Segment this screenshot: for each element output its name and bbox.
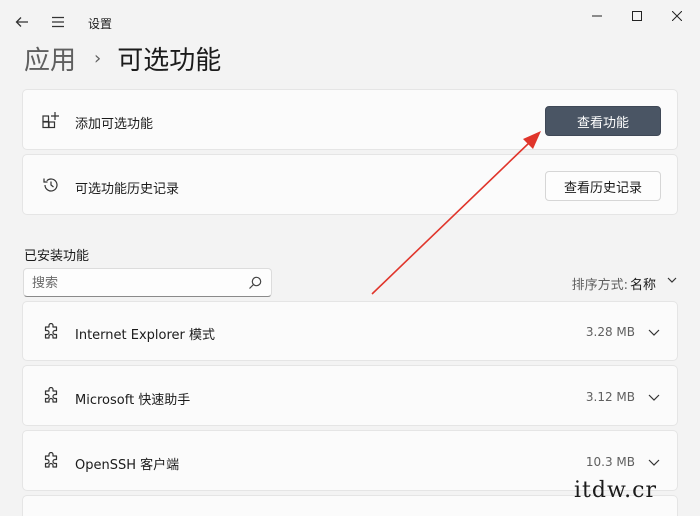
chevron-down-icon[interactable] bbox=[647, 325, 661, 339]
sort-dropdown[interactable]: 排序方式: 名称 bbox=[572, 274, 656, 293]
sort-label: 排序方式: bbox=[571, 278, 628, 293]
back-arrow-icon[interactable] bbox=[6, 6, 38, 38]
watermark-text: itdw.cr bbox=[574, 478, 658, 503]
add-feature-label: 添加可选功能 bbox=[75, 117, 154, 132]
search-input[interactable] bbox=[32, 273, 242, 293]
feature-size: 3.12 MB bbox=[585, 390, 635, 404]
puzzle-piece-icon bbox=[41, 451, 61, 471]
add-feature-grid-icon bbox=[41, 110, 61, 130]
view-features-button[interactable]: 查看功能 bbox=[545, 106, 661, 136]
breadcrumb-chevron-icon: › bbox=[94, 47, 102, 69]
app-title: 设置 bbox=[88, 17, 113, 31]
puzzle-piece-icon bbox=[41, 322, 61, 342]
close-icon[interactable] bbox=[654, 0, 700, 32]
feature-name: Internet Explorer 模式 bbox=[75, 328, 216, 343]
feature-size: 10.3 MB bbox=[585, 455, 635, 469]
feature-name: OpenSSH 客户端 bbox=[75, 458, 180, 473]
feature-item-internet-explorer[interactable]: Internet Explorer 模式 3.28 MB bbox=[22, 301, 678, 361]
breadcrumb: 应用 › 可选功能 bbox=[24, 40, 221, 76]
chevron-down-icon[interactable] bbox=[647, 390, 661, 404]
installed-features-title: 已安装功能 bbox=[24, 249, 90, 264]
feature-history-card: 可选功能历史记录 查看历史记录 bbox=[22, 154, 678, 215]
feature-name: Microsoft 快速助手 bbox=[75, 393, 191, 408]
chevron-down-icon[interactable] bbox=[666, 274, 678, 286]
puzzle-piece-icon bbox=[41, 386, 61, 406]
feature-history-label: 可选功能历史记录 bbox=[75, 182, 180, 197]
history-clock-icon bbox=[41, 175, 61, 195]
page-title: 可选功能 bbox=[117, 45, 222, 76]
view-history-button[interactable]: 查看历史记录 bbox=[545, 171, 661, 201]
search-box[interactable] bbox=[23, 268, 272, 297]
chevron-down-icon[interactable] bbox=[647, 455, 661, 469]
hamburger-menu-icon[interactable] bbox=[42, 6, 74, 38]
title-bar: 设置 bbox=[0, 0, 700, 44]
feature-item-quick-assist[interactable]: Microsoft 快速助手 3.12 MB bbox=[22, 365, 678, 426]
search-icon[interactable] bbox=[247, 275, 263, 291]
sort-value[interactable]: 名称 bbox=[630, 274, 656, 293]
breadcrumb-parent[interactable]: 应用 bbox=[24, 40, 76, 77]
add-feature-card: 添加可选功能 查看功能 bbox=[22, 89, 678, 150]
feature-size: 3.28 MB bbox=[585, 325, 635, 339]
